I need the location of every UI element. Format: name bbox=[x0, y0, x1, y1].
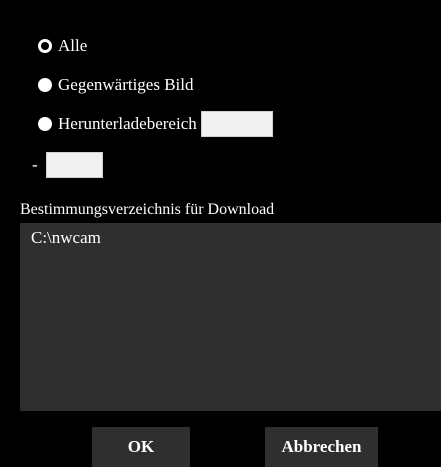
option-current-image[interactable]: Gegenwärtiges Bild bbox=[38, 75, 194, 95]
option-all[interactable]: Alle bbox=[38, 36, 87, 56]
range-to-input[interactable] bbox=[45, 152, 103, 178]
radio-all[interactable] bbox=[38, 39, 52, 53]
option-all-label: Alle bbox=[58, 36, 88, 55]
ok-button[interactable]: OK bbox=[92, 427, 190, 467]
range-to-row: - bbox=[32, 152, 103, 178]
option-download-range-label: Herunterladebereich bbox=[58, 114, 197, 133]
radio-current-image[interactable] bbox=[38, 78, 52, 92]
destination-label: Bestimmungsverzeichnis für Download bbox=[20, 201, 275, 218]
destination-listbox[interactable]: C:\nwcam bbox=[20, 223, 441, 411]
range-from-input[interactable] bbox=[200, 111, 273, 137]
option-current-image-label: Gegenwärtiges Bild bbox=[58, 75, 194, 94]
range-separator: - bbox=[32, 155, 38, 174]
destination-path[interactable]: C:\nwcam bbox=[31, 228, 101, 248]
download-dialog: Alle Gegenwärtiges Bild Herunterladebere… bbox=[10, 10, 441, 467]
radio-download-range[interactable] bbox=[38, 117, 52, 131]
option-download-range[interactable]: Herunterladebereich bbox=[38, 111, 273, 137]
cancel-button[interactable]: Abbrechen bbox=[265, 427, 378, 467]
